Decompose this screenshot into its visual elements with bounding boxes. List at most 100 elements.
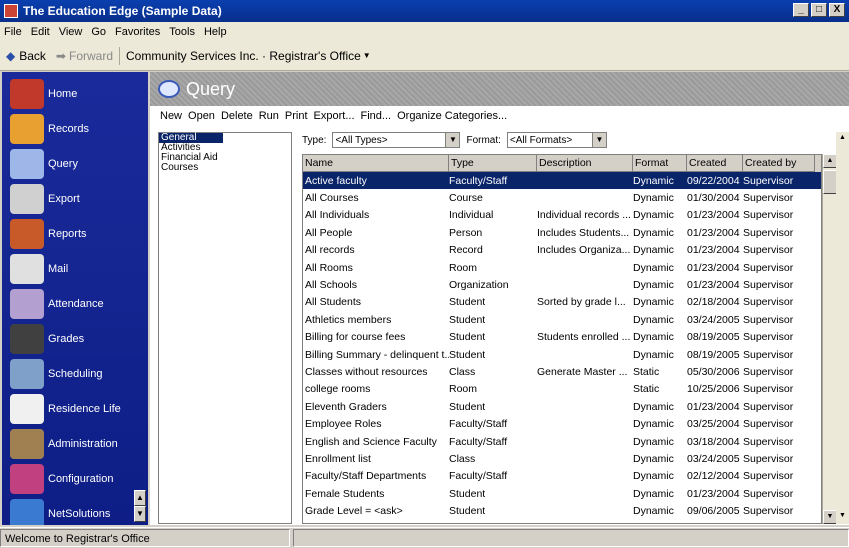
format-filter-select[interactable]: <All Formats> ▼	[506, 132, 607, 148]
table-row[interactable]: All Schools Organization Dynamic 01/23/2004…	[303, 276, 821, 293]
table-row[interactable]: Enrollment list Class Dynamic 03/24/2005 Sup…	[303, 450, 821, 467]
sidebar-item-configuration[interactable]: Configuration	[10, 462, 140, 496]
table-row[interactable]: college rooms Room Static 10/25/2006 Supervi…	[303, 381, 821, 398]
filter-bar: Type: <All Types> ▼ Format: <All Formats…	[302, 132, 607, 148]
table-row[interactable]: Faculty/Staff Departments Faculty/Staff Dy…	[303, 468, 821, 485]
location-dropdown-icon[interactable]: ▼	[363, 51, 371, 60]
back-arrow-icon[interactable]: ◆	[6, 49, 15, 63]
sidebar-item-export[interactable]: Export	[10, 182, 140, 216]
sidebar-scroll-up-icon[interactable]: ▲	[134, 490, 146, 506]
column-header-name[interactable]: Name	[303, 155, 449, 172]
column-header-created[interactable]: Created	[687, 155, 743, 172]
sidebar-item-records[interactable]: Records	[10, 112, 140, 146]
table-cell: 01/30/2004	[687, 192, 740, 205]
table-row[interactable]: All People Person Includes Students... Dyna…	[303, 224, 821, 241]
forward-button[interactable]: Forward	[69, 49, 113, 63]
table-scrollbar[interactable]: ▲ ▼	[822, 154, 837, 524]
find-button[interactable]: Find...	[361, 110, 392, 122]
sidebar-item-residence-life[interactable]: Residence Life	[10, 392, 140, 426]
organize-categories-button[interactable]: Organize Categories...	[397, 110, 507, 122]
sidebar-item-attendance[interactable]: Attendance	[10, 287, 140, 321]
sidebar-item-netsolutions[interactable]: NetSolutions	[10, 497, 140, 525]
sidebar-item-scheduling[interactable]: Scheduling	[10, 357, 140, 391]
export-button[interactable]: Export...	[314, 110, 355, 122]
maximize-button[interactable]: □	[811, 3, 827, 17]
sidebar-item-home[interactable]: Home	[10, 77, 140, 111]
table-row[interactable]: Billing Summary - delinquent t... Student…	[303, 346, 821, 363]
grades-icon	[10, 324, 44, 354]
type-filter-select[interactable]: <All Types> ▼	[332, 132, 461, 148]
menu-help[interactable]: Help	[204, 26, 227, 38]
table-cell: Sorted by grade l...	[537, 296, 626, 309]
panel-scroll-down-icon[interactable]: ▼	[836, 510, 849, 524]
table-cell: Dynamic	[633, 487, 674, 500]
print-button[interactable]: Print	[285, 110, 308, 122]
sidebar-item-label: Residence Life	[48, 403, 121, 415]
panel-scrollbar[interactable]: ▲ ▼	[836, 132, 849, 524]
table-row[interactable]: Eleventh Graders Student Dynamic 01/23/2004…	[303, 398, 821, 415]
table-cell: Dynamic	[633, 209, 674, 222]
table-row[interactable]: All Courses Course Dynamic 01/30/2004 Superv…	[303, 189, 821, 206]
table-row[interactable]: English and Science Faculty Faculty/Staff…	[303, 433, 821, 450]
menu-tools[interactable]: Tools	[169, 26, 195, 38]
delete-button[interactable]: Delete	[221, 110, 253, 122]
table-cell: Supervisor	[743, 313, 794, 326]
table-cell: Class	[449, 452, 476, 465]
sidebar-item-mail[interactable]: Mail	[10, 252, 140, 286]
chevron-down-icon[interactable]: ▼	[445, 133, 460, 147]
table-cell: 01/23/2004	[687, 400, 740, 413]
menu-favorites[interactable]: Favorites	[115, 26, 160, 38]
column-header-description[interactable]: Description	[537, 155, 633, 172]
sidebar-item-reports[interactable]: Reports	[10, 217, 140, 251]
close-button[interactable]: X	[829, 3, 845, 17]
table-cell: 05/30/2006	[687, 365, 740, 378]
sidebar-item-query[interactable]: Query	[10, 147, 140, 181]
column-header-created-by[interactable]: Created by	[743, 155, 815, 172]
table-cell: 01/23/2004	[687, 209, 740, 222]
table-row[interactable]: Female Students Student Dynamic 01/23/2004 S…	[303, 485, 821, 502]
query-toolbar: New Open Delete Run Print Export... Find…	[160, 110, 513, 122]
table-row[interactable]: All Rooms Room Dynamic 01/23/2004 Supervisor	[303, 259, 821, 276]
sidebar-item-grades[interactable]: Grades	[10, 322, 140, 356]
table-row[interactable]: Classes without resources Class Generate M…	[303, 363, 821, 380]
column-header-type[interactable]: Type	[449, 155, 537, 172]
menu-go[interactable]: Go	[91, 26, 106, 38]
category-item-courses[interactable]: Courses	[159, 163, 291, 173]
table-row[interactable]: Active faculty Faculty/Staff Dynamic 09/22/…	[303, 172, 821, 190]
sidebar-scrollbar[interactable]: ▲ ▼	[134, 490, 146, 524]
table-cell: Supervisor	[743, 400, 794, 413]
scroll-up-icon[interactable]: ▲	[823, 154, 837, 168]
table-cell: Eleventh Graders	[305, 400, 387, 413]
new-button[interactable]: New	[160, 110, 182, 122]
table-row[interactable]: Billing for course fees Student Students e…	[303, 329, 821, 346]
table-cell: Billing for course fees	[305, 331, 406, 344]
back-button[interactable]: Back	[19, 49, 46, 63]
table-cell: 08/19/2005	[687, 331, 740, 344]
run-button[interactable]: Run	[259, 110, 279, 122]
sidebar-item-label: Configuration	[48, 473, 114, 485]
sidebar-scroll-down-icon[interactable]: ▼	[134, 506, 146, 522]
table-cell: Static	[633, 365, 660, 378]
table-row[interactable]: All Students Student Sorted by grade l... D…	[303, 294, 821, 311]
menu-file[interactable]: File	[4, 26, 22, 38]
table-cell: Room	[449, 261, 478, 274]
sidebar-item-administration[interactable]: Administration	[10, 427, 140, 461]
table-row[interactable]: Athletics members Student Dynamic 03/24/200…	[303, 311, 821, 328]
table-row[interactable]: All Individuals Individual Individual reco…	[303, 207, 821, 224]
menu-edit[interactable]: Edit	[31, 26, 50, 38]
location-breadcrumb[interactable]: Community Services Inc. · Registrar's Of…	[126, 49, 361, 63]
netsolutions-icon	[10, 499, 44, 525]
open-button[interactable]: Open	[188, 110, 215, 122]
column-header-format[interactable]: Format	[633, 155, 687, 172]
chevron-down-icon[interactable]: ▼	[591, 133, 606, 147]
table-cell: Supervisor	[743, 279, 794, 292]
minimize-button[interactable]: _	[793, 3, 809, 17]
scrollbar-thumb[interactable]	[823, 170, 837, 194]
scroll-down-icon[interactable]: ▼	[823, 510, 837, 524]
table-row[interactable]: All records Record Includes Organiza... Dyn…	[303, 242, 821, 259]
table-row[interactable]: Employee Roles Faculty/Staff Dynamic 03/25/…	[303, 415, 821, 432]
table-row[interactable]: Grade Level = <ask> Student Dynamic 09/06/2…	[303, 502, 821, 519]
panel-scroll-up-icon[interactable]: ▲	[836, 132, 849, 146]
table-cell: Faculty/Staff Departments	[305, 470, 427, 483]
menu-view[interactable]: View	[59, 26, 83, 38]
